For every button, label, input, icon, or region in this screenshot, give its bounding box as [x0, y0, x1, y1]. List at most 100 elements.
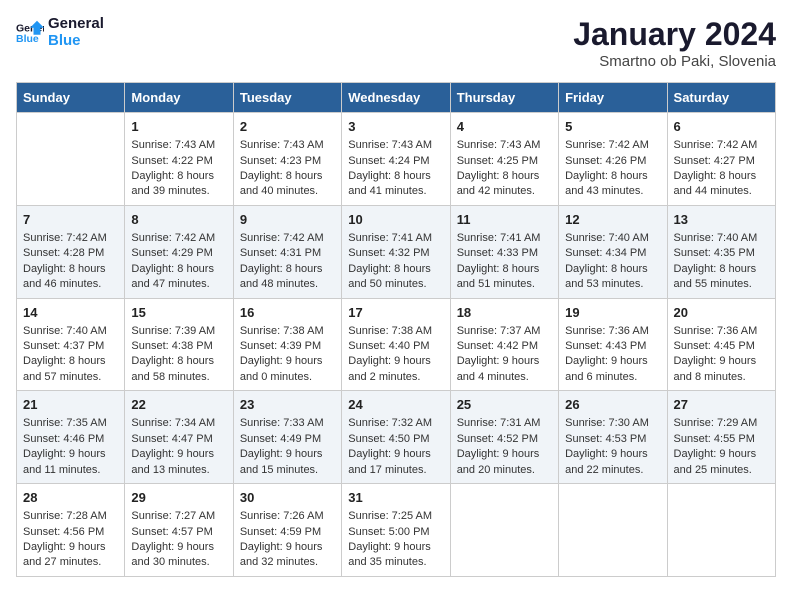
day-number: 17: [348, 304, 443, 322]
calendar-subtitle: Smartno ob Paki, Slovenia: [573, 53, 776, 70]
cell-line: Sunrise: 7:35 AM: [23, 417, 107, 429]
week-row-5: 28 Sunrise: 7:28 AM Sunset: 4:56 PM Dayligh…: [17, 484, 776, 577]
calendar-cell: 16Sunrise: 7:38 AMSunset: 4:39 PMDayligh…: [233, 298, 341, 391]
cell-line: Sunset: 4:57 PM: [131, 526, 212, 538]
day-number: 26: [565, 396, 660, 414]
calendar-cell: 24Sunrise: 7:32 AMSunset: 4:50 PMDayligh…: [342, 391, 450, 484]
day-number: 8: [131, 211, 226, 229]
cell-line: and 42 minutes.: [457, 185, 535, 197]
calendar-cell: 30Sunrise: 7:26 AMSunset: 4:59 PMDayligh…: [233, 484, 341, 577]
cell-line: Sunrise: 7:36 AM: [674, 325, 758, 337]
calendar-cell: 15Sunrise: 7:39 AMSunset: 4:38 PMDayligh…: [125, 298, 233, 391]
cell-line: Sunset: 4:39 PM: [240, 340, 321, 352]
cell-line: Daylight: 8 hours: [240, 263, 323, 275]
cell-line: Sunrise: 7:38 AM: [348, 325, 432, 337]
cell-line: Daylight: 9 hours: [23, 448, 106, 460]
day-number: 29: [131, 489, 226, 507]
day-number: 2: [240, 118, 335, 136]
weekday-header-friday: Friday: [559, 83, 667, 113]
day-number: 16: [240, 304, 335, 322]
calendar-cell: 2Sunrise: 7:43 AMSunset: 4:23 PMDaylight…: [233, 113, 341, 206]
weekday-header-sunday: Sunday: [17, 83, 125, 113]
cell-line: Sunset: 4:32 PM: [348, 247, 429, 259]
cell-line: Sunrise: 7:28 AM: [23, 510, 107, 522]
calendar-cell: 12Sunrise: 7:40 AMSunset: 4:34 PMDayligh…: [559, 205, 667, 298]
logo-icon: General Blue: [16, 19, 44, 47]
cell-line: Daylight: 8 hours: [131, 263, 214, 275]
cell-line: and 15 minutes.: [240, 464, 318, 476]
page-header: General Blue General Blue January 2024 S…: [16, 16, 776, 70]
cell-line: and 47 minutes.: [131, 278, 209, 290]
cell-line: Daylight: 8 hours: [23, 263, 106, 275]
cell-line: Sunset: 4:49 PM: [240, 433, 321, 445]
calendar-cell: 7Sunrise: 7:42 AMSunset: 4:28 PMDaylight…: [17, 205, 125, 298]
day-number: 28: [23, 489, 118, 507]
cell-line: Sunset: 4:47 PM: [131, 433, 212, 445]
calendar-cell: 19Sunrise: 7:36 AMSunset: 4:43 PMDayligh…: [559, 298, 667, 391]
day-number: 24: [348, 396, 443, 414]
cell-line: Sunset: 4:56 PM: [23, 526, 104, 538]
calendar-cell: 9Sunrise: 7:42 AMSunset: 4:31 PMDaylight…: [233, 205, 341, 298]
calendar-cell: [667, 484, 775, 577]
cell-line: Sunrise: 7:42 AM: [565, 139, 649, 151]
cell-line: Sunrise: 7:43 AM: [348, 139, 432, 151]
cell-line: Daylight: 9 hours: [565, 448, 648, 460]
cell-line: Daylight: 9 hours: [674, 448, 757, 460]
day-number: 30: [240, 489, 335, 507]
cell-line: Daylight: 9 hours: [565, 355, 648, 367]
cell-line: Daylight: 8 hours: [674, 263, 757, 275]
cell-line: Sunset: 4:23 PM: [240, 155, 321, 167]
calendar-header: SundayMondayTuesdayWednesdayThursdayFrid…: [17, 83, 776, 113]
day-number: 15: [131, 304, 226, 322]
day-number: 25: [457, 396, 552, 414]
cell-line: Sunset: 4:42 PM: [457, 340, 538, 352]
cell-line: Sunset: 5:00 PM: [348, 526, 429, 538]
calendar-cell: 10Sunrise: 7:41 AMSunset: 4:32 PMDayligh…: [342, 205, 450, 298]
day-number: 4: [457, 118, 552, 136]
calendar-cell: 14Sunrise: 7:40 AMSunset: 4:37 PMDayligh…: [17, 298, 125, 391]
day-number: 14: [23, 304, 118, 322]
cell-line: Sunrise: 7:42 AM: [240, 232, 324, 244]
cell-line: and 41 minutes.: [348, 185, 426, 197]
day-number: 21: [23, 396, 118, 414]
weekday-header-thursday: Thursday: [450, 83, 558, 113]
weekday-header-tuesday: Tuesday: [233, 83, 341, 113]
cell-line: Sunset: 4:45 PM: [674, 340, 755, 352]
cell-line: and 32 minutes.: [240, 556, 318, 568]
cell-line: and 20 minutes.: [457, 464, 535, 476]
day-number: 5: [565, 118, 660, 136]
cell-line: Sunset: 4:38 PM: [131, 340, 212, 352]
cell-line: Sunrise: 7:43 AM: [131, 139, 215, 151]
cell-line: Sunset: 4:43 PM: [565, 340, 646, 352]
cell-line: Sunrise: 7:27 AM: [131, 510, 215, 522]
cell-line: Sunset: 4:53 PM: [565, 433, 646, 445]
cell-line: and 4 minutes.: [457, 371, 529, 383]
cell-line: Sunset: 4:22 PM: [131, 155, 212, 167]
day-number: 20: [674, 304, 769, 322]
cell-line: Daylight: 9 hours: [131, 448, 214, 460]
weekday-header-wednesday: Wednesday: [342, 83, 450, 113]
cell-line: Daylight: 8 hours: [674, 170, 757, 182]
cell-line: Daylight: 8 hours: [348, 170, 431, 182]
cell-line: Sunrise: 7:30 AM: [565, 417, 649, 429]
cell-line: and 22 minutes.: [565, 464, 643, 476]
week-row-2: 7Sunrise: 7:42 AMSunset: 4:28 PMDaylight…: [17, 205, 776, 298]
cell-line: and 46 minutes.: [23, 278, 101, 290]
cell-line: and 48 minutes.: [240, 278, 318, 290]
cell-line: Daylight: 9 hours: [240, 448, 323, 460]
cell-line: Daylight: 9 hours: [131, 541, 214, 553]
calendar-cell: 13Sunrise: 7:40 AMSunset: 4:35 PMDayligh…: [667, 205, 775, 298]
calendar-cell: 21Sunrise: 7:35 AMSunset: 4:46 PMDayligh…: [17, 391, 125, 484]
calendar-cell: 29 Sunrise: 7:27 AM Sunset: 4:57 PM Dayligh…: [125, 484, 233, 577]
cell-line: Daylight: 9 hours: [674, 355, 757, 367]
weekday-header-monday: Monday: [125, 83, 233, 113]
cell-line: Sunset: 4:33 PM: [457, 247, 538, 259]
cell-line: and 6 minutes.: [565, 371, 637, 383]
cell-line: Sunset: 4:27 PM: [674, 155, 755, 167]
cell-line: Sunrise: 7:26 AM: [240, 510, 324, 522]
cell-line: Sunrise: 7:34 AM: [131, 417, 215, 429]
cell-line: Sunrise: 7:38 AM: [240, 325, 324, 337]
cell-line: Daylight: 8 hours: [348, 263, 431, 275]
day-number: 13: [674, 211, 769, 229]
cell-line: and 35 minutes.: [348, 556, 426, 568]
